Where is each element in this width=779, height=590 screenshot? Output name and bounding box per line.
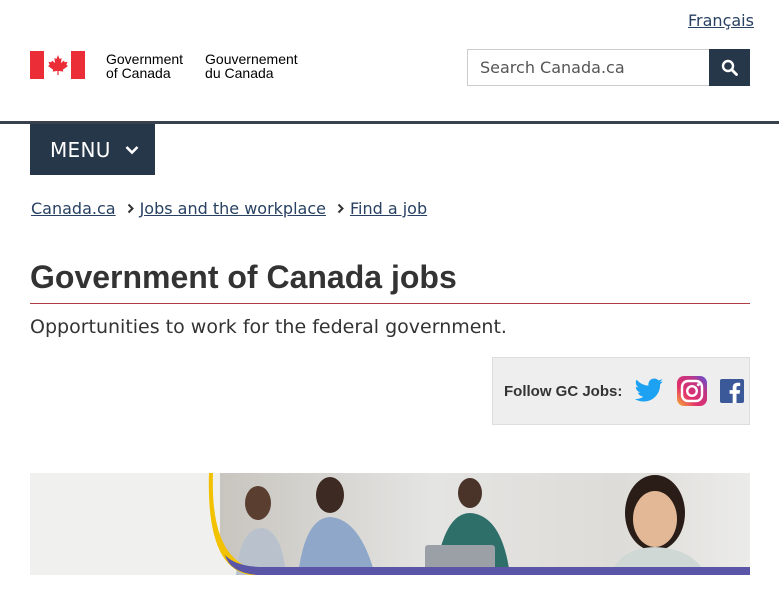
title-underline [30,303,750,304]
menu-label: MENU [50,137,111,162]
twitter-icon[interactable] [634,378,664,404]
hero-banner-image [30,473,750,575]
page-title: Government of Canada jobs [30,259,457,295]
instagram-icon[interactable] [677,376,708,406]
chevron-right-icon [337,203,345,214]
chevron-down-icon [125,145,139,155]
search-icon [721,59,738,76]
signature-english: Government of Canada [106,51,184,81]
breadcrumb: Canada.ca Jobs and the workplace Find a … [31,199,427,218]
breadcrumb-find-a-job[interactable]: Find a job [350,199,427,218]
site-search [467,49,750,86]
social-links [634,376,745,406]
follow-gc-jobs-box: Follow GC Jobs: [492,357,750,425]
follow-label: Follow GC Jobs: [504,382,623,400]
canada-flag-icon [30,51,85,79]
chevron-right-icon [127,203,135,214]
search-input[interactable] [467,49,709,86]
menu-button[interactable]: MENU [30,124,155,175]
language-toggle-link[interactable]: Français [688,11,754,30]
search-button[interactable] [709,49,750,86]
facebook-icon[interactable] [720,379,745,403]
breadcrumb-jobs-and-the-workplace[interactable]: Jobs and the workplace [140,199,326,218]
government-signature[interactable]: Government of Canada Gouvernement du Can… [30,51,298,80]
signature-french: Gouvernement du Canada [205,51,298,81]
page-lead: Opportunities to work for the federal go… [30,316,507,338]
breadcrumb-canada-ca[interactable]: Canada.ca [31,199,116,218]
